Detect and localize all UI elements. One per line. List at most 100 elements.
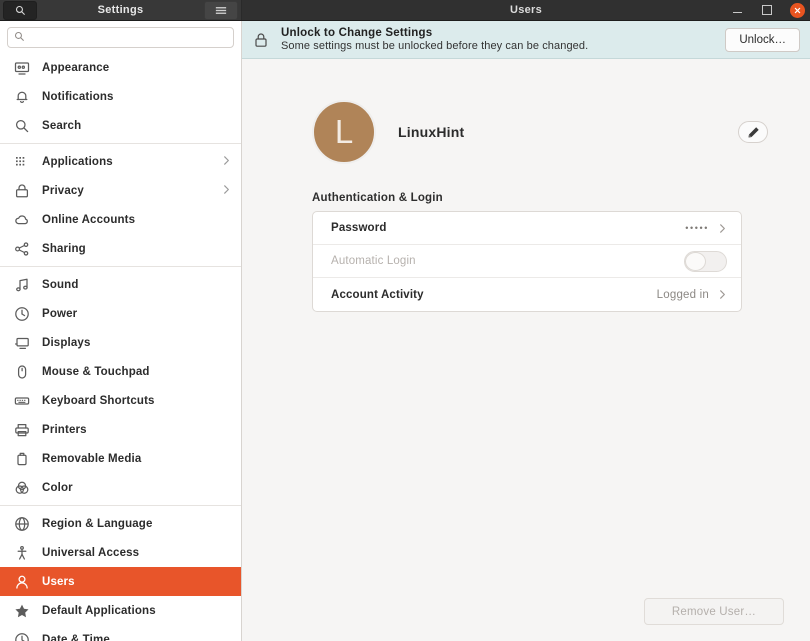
sidebar-nav-list: Appearance Notifications Search Application… [0,53,241,641]
user-icon [13,573,30,590]
sidebar-item-privacy[interactable]: Privacy [0,176,241,205]
sidebar-item-label: Universal Access [42,546,140,559]
music-note-icon [13,276,30,293]
titlebar-sidebar-section: Settings [0,0,242,20]
search-icon [14,29,25,47]
search-icon[interactable] [3,0,37,20]
sidebar-item-displays[interactable]: Displays [0,328,241,357]
sidebar-item-date-time[interactable]: Date & Time [0,625,241,641]
grid-apps-icon [13,153,30,170]
automatic-login-toggle[interactable] [684,250,727,272]
sidebar-item-label: Online Accounts [42,213,136,226]
sidebar-item-label: Removable Media [42,452,142,465]
bell-icon [13,88,30,105]
sidebar-item-label: Color [42,481,73,494]
sidebar-item-search[interactable]: Search [0,111,241,140]
auth-section-title: Authentication & Login [312,192,443,204]
sidebar-item-sound[interactable]: Sound [0,270,241,299]
share-nodes-icon [13,240,30,257]
hamburger-menu-icon[interactable] [204,0,238,20]
sidebar-item-color[interactable]: Color [0,473,241,502]
sidebar-item-printers[interactable]: Printers [0,415,241,444]
sidebar-item-label: Notifications [42,90,114,103]
sidebar-item-label: Keyboard Shortcuts [42,394,155,407]
sidebar-item-sharing[interactable]: Sharing [0,234,241,263]
auth-row-label: Account Activity [331,288,424,301]
sidebar-item-appearance[interactable]: Appearance [0,53,241,82]
sidebar-item-label: Region & Language [42,517,153,530]
maximize-button[interactable] [760,3,774,17]
auth-row-account-activity[interactable]: Account Activity Logged in [313,278,741,311]
user-header: L LinuxHint [312,100,768,164]
sidebar-item-default-applications[interactable]: Default Applications [0,596,241,625]
removable-media-icon [13,450,30,467]
sidebar-item-online-accounts[interactable]: Online Accounts [0,205,241,234]
sidebar-item-label: Sharing [42,242,86,255]
main-panel: Unlock to Change Settings Some settings … [242,21,810,641]
chevron-right-icon [222,182,231,200]
chevron-right-icon [222,153,231,171]
search-box[interactable] [7,27,234,48]
unlock-banner: Unlock to Change Settings Some settings … [242,21,810,59]
sidebar-item-label: Users [42,575,75,588]
close-button[interactable] [790,2,805,18]
sidebar-item-region-language[interactable]: Region & Language [0,509,241,538]
sidebar-item-label: Date & Time [42,633,110,641]
sidebar-item-label: Displays [42,336,91,349]
password-masked-value: ••••• [685,223,709,233]
sidebar-item-label: Default Applications [42,604,156,617]
sidebar-item-label: Appearance [42,61,110,74]
sidebar-item-universal-access[interactable]: Universal Access [0,538,241,567]
sidebar-item-mouse-touchpad[interactable]: Mouse & Touchpad [0,357,241,386]
keyboard-icon [13,392,30,409]
sidebar-item-label: Sound [42,278,79,291]
auth-row-automatic-login: Automatic Login [313,245,741,278]
window-titlebar: Settings Users [0,0,810,21]
settings-sidebar: Appearance Notifications Search Application… [0,21,242,641]
avatar[interactable]: L [312,100,376,164]
window-body: Appearance Notifications Search Application… [0,21,810,641]
power-icon [13,305,30,322]
sidebar-item-label: Mouse & Touchpad [42,365,150,378]
lock-shield-icon [13,182,30,199]
sidebar-item-label: Printers [42,423,87,436]
unlock-button[interactable]: Unlock… [725,27,800,52]
search-icon [13,117,30,134]
sidebar-separator [0,505,241,506]
sidebar-item-keyboard-shortcuts[interactable]: Keyboard Shortcuts [0,386,241,415]
pencil-edit-icon[interactable] [738,121,768,143]
monitor-appearance-icon [13,59,30,76]
printer-icon [13,421,30,438]
toggle-knob [685,251,706,271]
display-icon [13,334,30,351]
sidebar-item-users[interactable]: Users [0,567,241,596]
auth-settings-card: Password ••••• Automatic Login Account Acti… [312,211,742,312]
auth-row-label: Password [331,222,387,234]
sidebar-item-notifications[interactable]: Notifications [0,82,241,111]
auth-row-password[interactable]: Password ••••• [313,212,741,245]
accessibility-icon [13,544,30,561]
window-title: Users [509,4,543,16]
search-input[interactable] [30,31,227,44]
clock-icon [13,631,30,641]
user-name: LinuxHint [398,124,465,140]
unlock-banner-subtitle: Some settings must be unlocked before th… [281,40,589,52]
remove-user-button[interactable]: Remove User… [644,598,784,625]
sidebar-search-area [0,21,241,53]
settings-window: Settings Users Appearance Notifications … [0,0,810,641]
sidebar-item-applications[interactable]: Applications [0,147,241,176]
sidebar-separator [0,143,241,144]
sidebar-separator [0,266,241,267]
star-icon [13,602,30,619]
sidebar-item-label: Privacy [42,184,84,197]
chevron-right-icon [718,289,727,300]
auth-row-label: Automatic Login [331,255,416,267]
titlebar-main-section: Users [242,0,810,20]
minimize-button[interactable] [730,3,744,17]
sidebar-item-label: Search [42,119,82,132]
chevron-right-icon [718,223,727,234]
sidebar-item-power[interactable]: Power [0,299,241,328]
window-controls [730,0,805,20]
sidebar-item-removable-media[interactable]: Removable Media [0,444,241,473]
padlock-icon [254,32,270,48]
